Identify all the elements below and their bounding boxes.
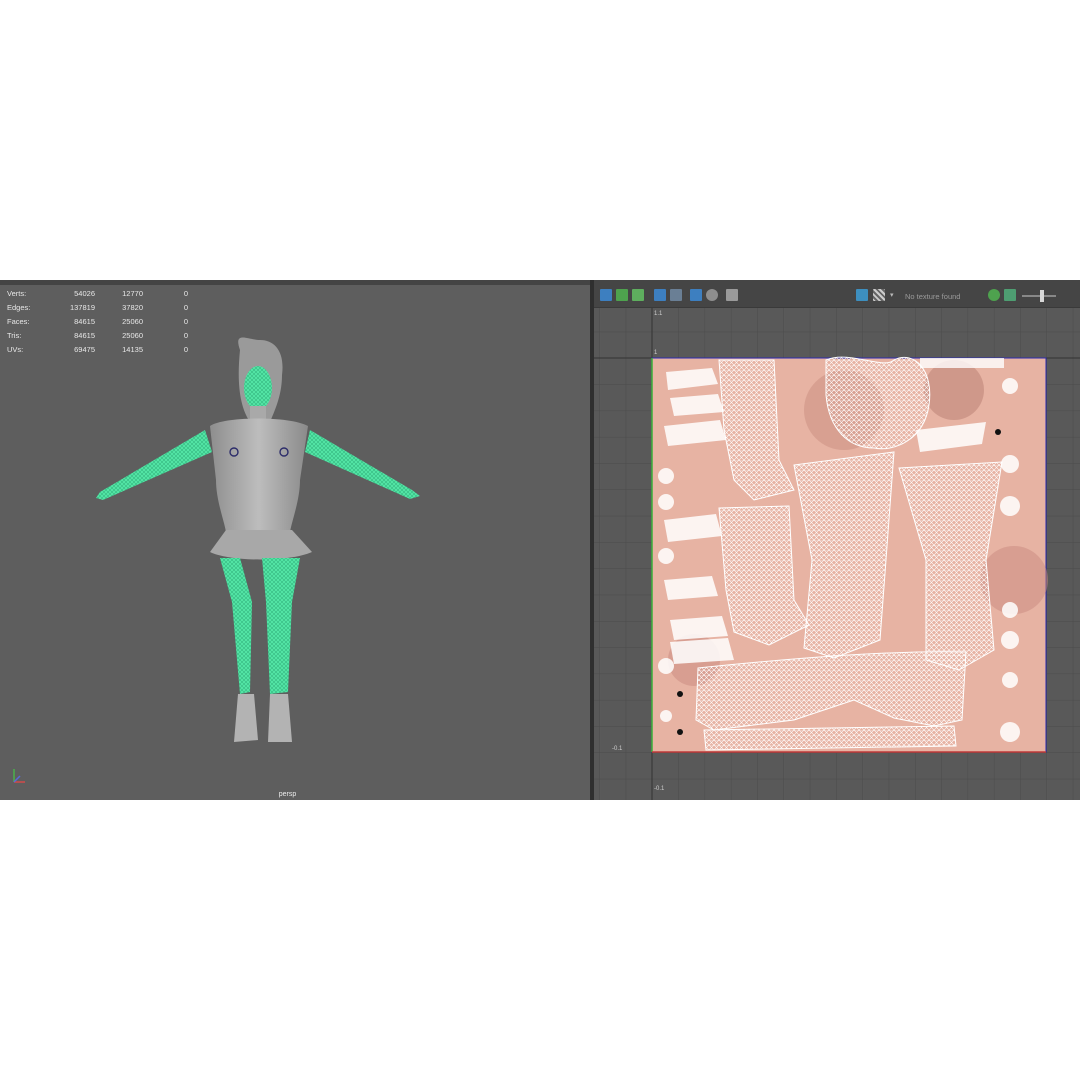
uv-tick-label: 1 (654, 350, 658, 356)
uv-shell-small[interactable] (1001, 455, 1019, 473)
uv-shell-small[interactable] (1002, 672, 1018, 688)
face-mesh (244, 366, 272, 410)
uv-tick-label: -0.1 (612, 746, 623, 752)
uv-shell-small[interactable] (1001, 631, 1019, 649)
right-boot (268, 694, 292, 742)
uv-tick-label: -0.1 (654, 786, 665, 792)
left-boot (234, 694, 258, 742)
uv-editor[interactable]: ▾ No texture found 1.1 1 -0.1 -0.1 (594, 280, 1080, 800)
uv-hole (677, 691, 683, 697)
character-model[interactable] (0, 280, 590, 800)
uv-shell-small[interactable] (658, 494, 674, 510)
uv-tick-label: 1.1 (654, 311, 663, 317)
uv-shell-chest[interactable] (825, 356, 931, 450)
uv-shell-small[interactable] (1000, 496, 1020, 516)
camera-label: persp (278, 791, 297, 798)
right-arm-mesh (305, 430, 420, 499)
left-arm-mesh (96, 430, 212, 500)
uv-hole (677, 729, 683, 735)
uv-shell-strip[interactable] (920, 358, 1004, 368)
uv-shell-small[interactable] (1002, 378, 1018, 394)
uv-shell-strip[interactable] (670, 638, 734, 664)
uv-shell-waistband[interactable] (703, 725, 957, 751)
uv-shell-small[interactable] (1002, 602, 1018, 618)
uv-shell-small[interactable] (660, 710, 672, 722)
uv-shell-strip[interactable] (664, 576, 718, 600)
uv-shell-small[interactable] (1000, 722, 1020, 742)
uv-shell-strip[interactable] (670, 616, 728, 640)
left-leg-mesh (220, 558, 252, 694)
uv-canvas[interactable] (594, 280, 1080, 800)
uv-shell-small[interactable] (658, 658, 674, 674)
uv-hole (995, 429, 1001, 435)
neck (250, 406, 266, 420)
torso (210, 418, 308, 532)
uv-shell-small[interactable] (658, 468, 674, 484)
texture-detail (924, 360, 984, 420)
skirt (210, 530, 312, 560)
right-leg-mesh (262, 558, 300, 694)
uv-shell-small[interactable] (658, 548, 674, 564)
perspective-viewport[interactable]: Verts: 54026 12770 0 Edges: 137819 37820… (0, 280, 590, 800)
axis-gizmo-icon (13, 769, 25, 783)
